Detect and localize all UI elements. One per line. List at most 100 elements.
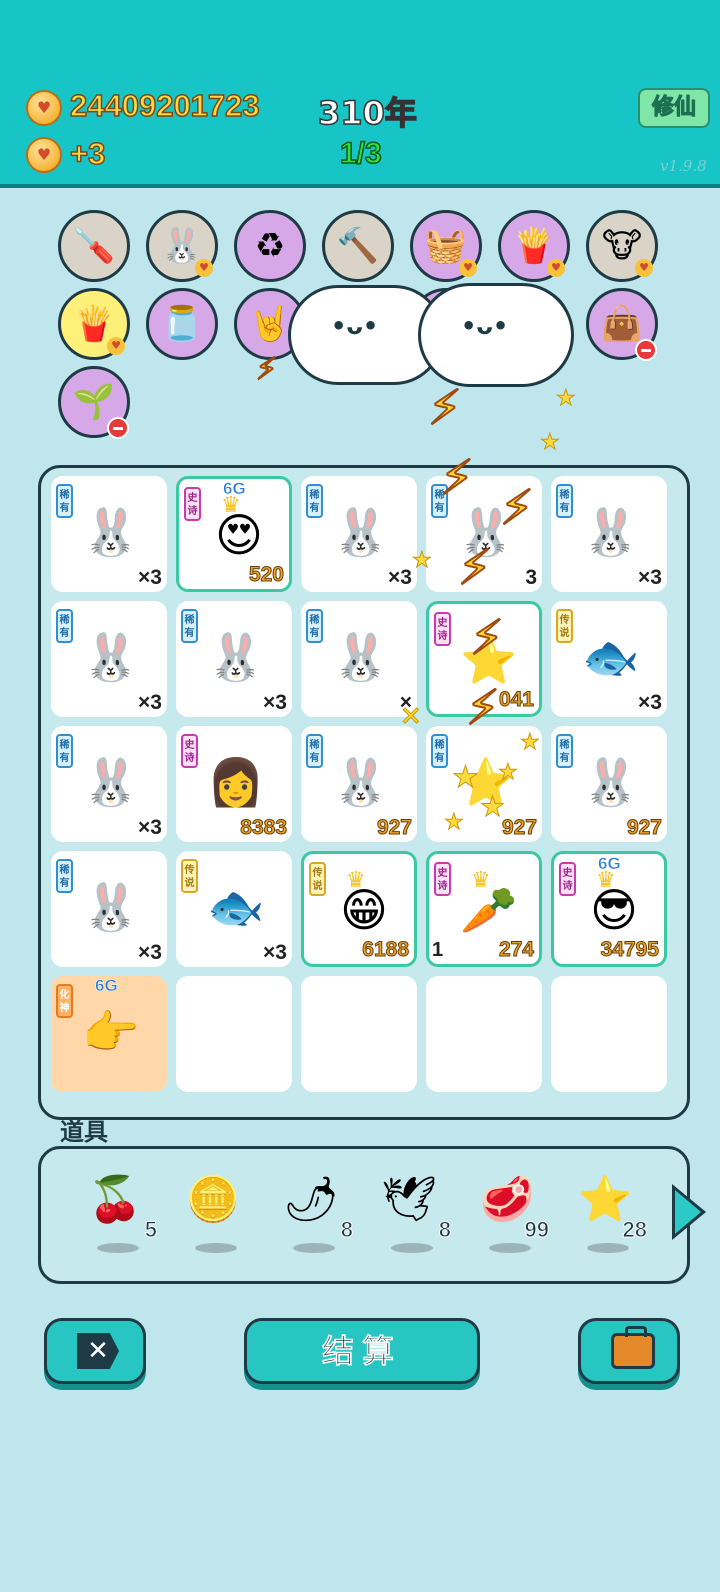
sparkle-star: ✕ — [400, 702, 423, 733]
shelf-item[interactable]: 🫙 — [146, 288, 218, 360]
shelf-item[interactable]: 🍟 ♥ — [58, 288, 130, 360]
tier-badge: 6G — [95, 976, 118, 995]
empty-slot[interactable] — [551, 976, 667, 1092]
empty-slot[interactable] — [301, 976, 417, 1092]
item-slot[interactable]: 🕊 8 — [371, 1163, 452, 1263]
tile-art-icon: 🐰 — [332, 629, 390, 684]
board-tile[interactable]: 稀有 🐰 ×3 — [551, 476, 667, 592]
shelf-item[interactable]: 🐮 ♥ — [586, 210, 658, 282]
tile-art-icon: 🐟 — [582, 629, 640, 684]
top-bar: ♥ 24409201723 310年 ♥ +3 1/3 修仙 v1.9.8 — [0, 0, 720, 188]
rarity-tag: 传说 — [181, 859, 198, 893]
income-coin-icon: ♥ — [26, 137, 62, 173]
cultivation-button[interactable]: 修仙 — [638, 88, 710, 128]
shelf-item[interactable]: 🍟 ♥ — [498, 210, 570, 282]
rarity-tag: 稀有 — [56, 734, 73, 768]
sparkle-star: ★ — [498, 760, 519, 786]
board-tile[interactable]: 传说 🐟 ×3 — [176, 851, 292, 967]
shelf-item-icon: ♻ — [254, 226, 286, 266]
board-tile[interactable]: 稀有 🐰 ×3 — [51, 476, 167, 592]
tile-count: 34795 — [600, 938, 659, 962]
board-tile[interactable]: 传说 🐟 ×3 — [551, 601, 667, 717]
tile-count: 927 — [626, 816, 662, 840]
sparkle-star: ★ — [444, 810, 465, 836]
lightning-bolt: ⚡ — [465, 679, 501, 737]
board-tile[interactable]: 稀有 🐰 ×3 — [51, 601, 167, 717]
sparkle-star: ★ — [412, 548, 433, 574]
items-title: 道具 — [60, 1117, 108, 1146]
shelf-item-icon: 🔨 — [336, 226, 380, 266]
tile-count: ×3 — [138, 941, 162, 964]
item-slot[interactable]: 🍒 5 — [77, 1163, 158, 1263]
backpack-button[interactable] — [578, 1318, 680, 1384]
board-tile[interactable]: 史诗 ♛ 6G 😍 520 — [176, 476, 292, 592]
lightning-bolt: ⚡ — [439, 449, 475, 507]
item-slot[interactable]: 🥩 99 — [469, 1163, 550, 1263]
rarity-tag: 稀有 — [56, 484, 73, 518]
item-shadow — [195, 1243, 237, 1253]
tile-count: ×3 — [138, 816, 162, 839]
rarity-tag: 稀有 — [306, 734, 323, 768]
close-icon: ✕ — [77, 1333, 119, 1369]
tile-count: ×3 — [638, 566, 662, 589]
rarity-tag: 稀有 — [56, 859, 73, 893]
shelf-item[interactable]: 👜 — [586, 288, 658, 361]
shelf-item[interactable]: 🐰 ♥ — [146, 210, 218, 282]
cloud-face: •ᴗ• — [461, 312, 509, 340]
board-tile[interactable]: 稀有 🐰 927 — [551, 726, 667, 842]
item-icon: 🕊 — [381, 1174, 437, 1225]
tier-badge: 6G — [223, 479, 246, 498]
empty-slot[interactable] — [426, 976, 542, 1092]
item-count: 99 — [524, 1217, 550, 1243]
sparkle-star: ★ — [452, 760, 480, 796]
shelf-item-icon: 🫙 — [160, 304, 204, 344]
shelf-item[interactable]: 🔨 — [322, 210, 394, 282]
items-next-arrow[interactable] — [672, 1184, 706, 1240]
item-slot[interactable]: 🌶 8 — [273, 1163, 354, 1263]
board-tile[interactable]: 稀有 🐰 ×3 — [176, 601, 292, 717]
tile-count: ×3 — [138, 691, 162, 714]
settle-button[interactable]: 结算 — [244, 1318, 480, 1384]
board-tile[interactable]: 化神 6G 👉 — [51, 976, 167, 1092]
item-shadow — [489, 1243, 531, 1253]
tile-art-icon: 👩 — [207, 754, 265, 809]
item-slot[interactable]: ⭐ 28 — [567, 1163, 648, 1263]
income-rate: +3 — [69, 135, 106, 172]
board-tile[interactable]: 稀有 🐰 ×3 — [51, 726, 167, 842]
tile-count: ×3 — [263, 691, 287, 714]
board-tile[interactable]: 史诗 ♛ 6G 😎 34795 — [551, 851, 667, 967]
board-tile[interactable]: 稀有 🐰 ×3 — [301, 476, 417, 592]
shelf-item[interactable]: 🧺 ♥ — [410, 210, 482, 282]
empty-slot[interactable] — [176, 976, 292, 1092]
heart-icon: ♥ — [547, 259, 565, 277]
board-tile[interactable]: 传说 ♛ 😁 6188 — [301, 851, 417, 967]
heart-icon: ♥ — [635, 259, 653, 277]
tile-art-icon: 😎 — [590, 883, 638, 937]
board-tile[interactable]: 稀有 🐰 × — [301, 601, 417, 717]
tile-level: 1 — [432, 939, 444, 961]
tile-art-icon: 🐰 — [82, 754, 140, 809]
shelf-item[interactable]: 🪛 — [58, 210, 130, 282]
heart-icon: ♥ — [107, 337, 125, 355]
board-tile[interactable]: 稀有 🐰 927 — [301, 726, 417, 842]
shelf-item-icon: 🪛 — [72, 226, 116, 266]
remove-icon[interactable] — [107, 417, 129, 439]
board-tile[interactable]: 稀有 🐰 ×3 — [51, 851, 167, 967]
item-slot[interactable]: 🪙 — [175, 1163, 255, 1263]
rarity-tag: 化神 — [56, 984, 73, 1018]
heart-icon: ♥ — [195, 259, 213, 277]
board-tile[interactable]: 史诗 ♛ 🥕 1 274 — [426, 851, 542, 967]
quit-button[interactable]: ✕ — [44, 1318, 146, 1384]
tile-art-icon: 😍 — [215, 508, 263, 562]
coin-balance: 24409201723 — [69, 87, 260, 124]
remove-icon[interactable] — [635, 339, 657, 361]
items-panel: 🍒 5 🪙 🌶 8 🕊 8 🥩 99 ⭐ 28 — [38, 1146, 690, 1284]
cloud-right: •ᴗ• — [418, 283, 574, 387]
board-tile[interactable]: 史诗 👩 8383 — [176, 726, 292, 842]
tile-count: 927 — [501, 816, 537, 840]
tile-count: 274 — [498, 938, 534, 962]
sparkle-star: ★ — [479, 790, 506, 824]
shelf-item[interactable]: 🌱 — [58, 366, 130, 439]
rarity-tag: 史诗 — [181, 734, 198, 768]
shelf-item[interactable]: ♻ — [234, 210, 306, 282]
